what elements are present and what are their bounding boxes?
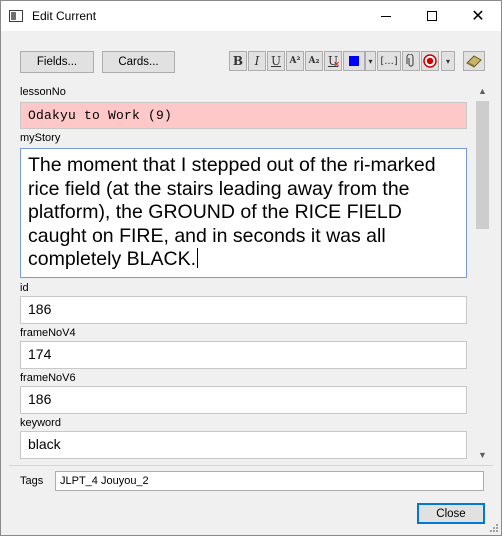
close-button[interactable]: Close xyxy=(417,503,485,524)
field-label-lessonNo: lessonNo xyxy=(20,86,66,98)
cloze-button[interactable]: [...] xyxy=(377,51,401,71)
text-caret xyxy=(197,248,198,268)
tags-label: Tags xyxy=(20,475,44,487)
id-field[interactable]: 186 xyxy=(20,296,467,324)
scroll-up-arrow-icon[interactable]: ▲ xyxy=(474,82,491,99)
cards-button[interactable]: Cards... xyxy=(102,51,175,73)
text-color-swatch-icon xyxy=(349,56,359,66)
scrollbar-thumb[interactable] xyxy=(476,101,489,229)
clear-format-button[interactable]: U ✕ xyxy=(324,51,342,71)
record-audio-button[interactable] xyxy=(421,51,439,71)
minimize-icon xyxy=(381,15,391,17)
frameNoV4-field[interactable]: 174 xyxy=(20,341,467,369)
field-label-myStory: myStory xyxy=(20,132,61,144)
text-color-button[interactable] xyxy=(343,51,365,71)
superscript-button[interactable]: A² xyxy=(286,51,304,71)
text-color-menu-button[interactable]: ▾ xyxy=(365,51,376,71)
app-window-icon xyxy=(9,10,23,22)
keyword-field[interactable]: black xyxy=(20,431,467,459)
divider xyxy=(9,465,493,466)
scroll-down-arrow-icon[interactable]: ▼ xyxy=(474,446,491,463)
paperclip-icon xyxy=(406,54,414,67)
resize-grip-icon[interactable] xyxy=(488,522,498,532)
italic-button[interactable]: I xyxy=(248,51,266,71)
maximize-icon xyxy=(427,11,437,21)
title-bar[interactable]: Edit Current ✕ xyxy=(1,1,501,31)
field-label-keyword: keyword xyxy=(20,417,61,429)
maximize-button[interactable] xyxy=(409,1,455,31)
editor-settings-button[interactable] xyxy=(463,51,485,71)
eraser-icon xyxy=(466,55,482,68)
fields-scrollbar[interactable]: ▲ ▼ xyxy=(474,82,491,463)
window-close-button[interactable]: ✕ xyxy=(455,1,501,31)
bold-button[interactable]: B xyxy=(229,51,247,71)
clear-x-icon: ✕ xyxy=(333,60,340,69)
lessonNo-field[interactable]: Odakyu to Work (9) xyxy=(20,102,467,129)
field-label-id: id xyxy=(20,282,29,294)
frameNoV6-field[interactable]: 186 xyxy=(20,386,467,414)
underline-button[interactable]: U xyxy=(267,51,285,71)
more-options-menu-button[interactable]: ▾ xyxy=(441,51,455,71)
minimize-button[interactable] xyxy=(363,1,409,31)
record-icon xyxy=(423,54,437,68)
edit-current-window: Edit Current ✕ Fields... Cards... B I U … xyxy=(0,0,502,536)
field-label-frameNoV4: frameNoV4 xyxy=(20,327,76,339)
myStory-field[interactable]: The moment that I stepped out of the ri-… xyxy=(20,148,467,278)
subscript-button[interactable]: A₂ xyxy=(305,51,323,71)
field-label-frameNoV6: frameNoV6 xyxy=(20,372,76,384)
attach-button[interactable] xyxy=(402,51,420,71)
myStory-text: The moment that I stepped out of the ri-… xyxy=(28,154,436,270)
window-title: Edit Current xyxy=(32,9,97,23)
fields-button[interactable]: Fields... xyxy=(20,51,94,73)
close-icon: ✕ xyxy=(471,6,485,25)
tags-input[interactable]: JLPT_4 Jouyou_2 xyxy=(55,471,484,491)
